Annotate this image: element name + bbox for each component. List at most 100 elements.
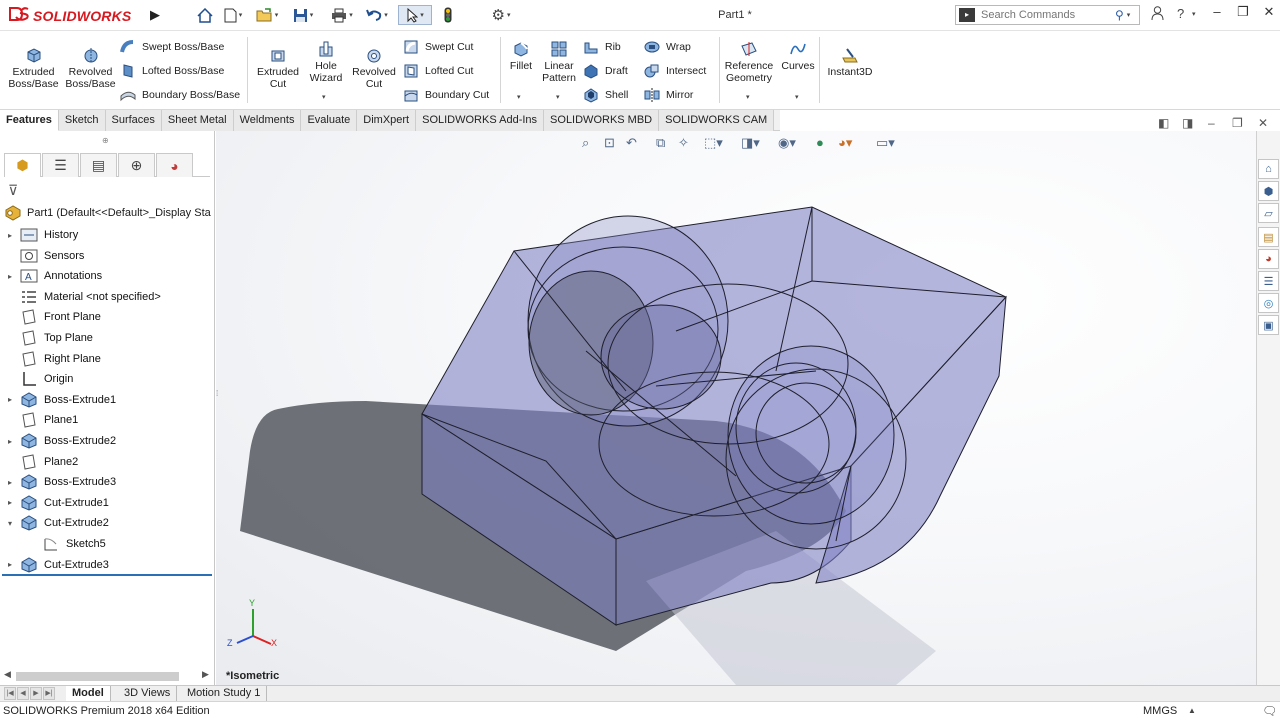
draft-button[interactable]: Draft xyxy=(583,63,628,79)
lofted-cut-button[interactable]: Lofted Cut xyxy=(403,63,473,79)
display-manager-tab[interactable]: ◕ xyxy=(156,153,193,177)
tree-expand-icon[interactable]: ▸ xyxy=(0,395,20,404)
extruded-cut-button[interactable]: Extruded Cut xyxy=(252,46,304,90)
shell-button[interactable]: Shell xyxy=(583,87,628,103)
help-icon[interactable]: ? xyxy=(1177,6,1184,21)
scroll-left-icon[interactable]: ◀ xyxy=(4,669,11,680)
tree-item[interactable]: ▸ Cut-Extrude1 xyxy=(0,493,212,513)
print-button[interactable]: ▾ xyxy=(328,5,356,25)
tab-weldments[interactable]: Weldments xyxy=(233,110,302,131)
minimize-icon[interactable]: – xyxy=(1206,4,1228,24)
tree-item[interactable]: Top Plane xyxy=(0,328,212,348)
select-button[interactable]: ▾ xyxy=(398,5,432,25)
reference-geometry-dropdown-icon[interactable]: ▾ xyxy=(746,93,750,101)
feature-manager-tab[interactable]: ⬢ xyxy=(4,153,41,177)
intersect-button[interactable]: Intersect xyxy=(644,63,706,79)
undo-button[interactable]: ▾ xyxy=(364,5,390,25)
part-root[interactable]: Part1 (Default<<Default>_Display Sta xyxy=(4,205,212,221)
tree-item[interactable]: Plane2 xyxy=(0,452,212,472)
chat-bubble-icon[interactable]: 🗨 xyxy=(1262,704,1277,718)
tab-sketch[interactable]: Sketch xyxy=(58,110,106,131)
tab-model[interactable]: Model xyxy=(66,686,111,701)
revolved-boss-button[interactable]: Revolved Boss/Base xyxy=(63,46,118,90)
fillet-dropdown-icon[interactable]: ▾ xyxy=(517,93,521,101)
tree-item[interactable]: Origin xyxy=(0,369,212,389)
viewport-tile-right-icon[interactable]: ◨ xyxy=(1182,116,1193,130)
scroll-thumb[interactable] xyxy=(16,672,179,681)
wrap-button[interactable]: Wrap xyxy=(644,39,691,55)
tab-solidworks-cam[interactable]: SOLIDWORKS CAM xyxy=(659,110,775,131)
mirror-button[interactable]: Mirror xyxy=(644,87,693,103)
tree-item[interactable]: ▸ Boss-Extrude1 xyxy=(0,390,212,410)
close-icon[interactable]: ✕ xyxy=(1258,4,1280,24)
viewport-restore-icon[interactable]: ❐ xyxy=(1232,116,1243,130)
tree-item[interactable]: ▸ Cut-Extrude3 xyxy=(0,555,212,575)
last-tab-icon[interactable]: ▶| xyxy=(43,687,55,700)
graphics-area[interactable]: ⌕ ⊡ ↶ ⧉ ✧ ⬚▾ ◨▾ ◉▾ ● ◕▾ ▭▾ Y X Z *Isomet… xyxy=(216,131,1256,685)
panel-grip-icon[interactable]: ⊕ xyxy=(102,136,109,145)
search-input[interactable] xyxy=(981,9,1111,21)
tab-solidworks-add-ins[interactable]: SOLIDWORKS Add-Ins xyxy=(416,110,545,131)
tree-item[interactable]: ▸ History xyxy=(0,225,212,245)
tree-expand-icon[interactable]: ▸ xyxy=(0,437,20,446)
tree-expand-icon[interactable]: ▾ xyxy=(0,519,20,528)
boundary-boss-button[interactable]: Boundary Boss/Base xyxy=(120,87,240,103)
restore-icon[interactable]: ❐ xyxy=(1232,4,1254,24)
rib-button[interactable]: Rib xyxy=(583,39,621,55)
tree-item[interactable]: Sensors xyxy=(0,246,212,266)
search-dropdown-icon[interactable]: ▾ xyxy=(1127,11,1131,19)
configuration-manager-tab[interactable]: ▤ xyxy=(80,153,117,177)
rebuild-button[interactable] xyxy=(440,5,456,25)
tab-sheet-metal[interactable]: Sheet Metal xyxy=(161,110,234,131)
search-commands[interactable]: ▸ ⚲ ▾ xyxy=(955,5,1140,25)
revolved-cut-button[interactable]: Revolved Cut xyxy=(348,46,400,90)
custom-properties-icon[interactable]: ☰ xyxy=(1258,271,1279,291)
tree-item[interactable]: Material <not specified> xyxy=(0,287,212,307)
prev-tab-icon[interactable]: ◀ xyxy=(17,687,29,700)
swept-boss-button[interactable]: Swept Boss/Base xyxy=(120,39,224,55)
tree-expand-icon[interactable]: ▸ xyxy=(0,560,20,569)
boundary-cut-button[interactable]: Boundary Cut xyxy=(403,87,489,103)
reference-geometry-button[interactable]: Reference Geometry xyxy=(722,40,776,84)
panel-collapse-grip-icon[interactable]: ⁞ xyxy=(216,389,218,398)
tab-surfaces[interactable]: Surfaces xyxy=(105,110,162,131)
swept-cut-button[interactable]: Swept Cut xyxy=(403,39,473,55)
unit-dropdown-icon[interactable]: ▲ xyxy=(1188,706,1196,715)
hole-wizard-dropdown-icon[interactable]: ▾ xyxy=(322,93,326,101)
tree-expand-icon[interactable]: ▸ xyxy=(0,478,20,487)
linear-pattern-dropdown-icon[interactable]: ▾ xyxy=(556,93,560,101)
tab-evaluate[interactable]: Evaluate xyxy=(301,110,358,131)
home-icon[interactable] xyxy=(196,5,214,25)
unit-system[interactable]: MMGS xyxy=(1143,705,1177,717)
appearances-icon[interactable]: ◕ xyxy=(1258,249,1279,269)
model-canvas[interactable]: Y X Z xyxy=(216,131,1256,685)
extruded-boss-button[interactable]: Extruded Boss/Base xyxy=(6,46,61,90)
tree-item[interactable]: Front Plane xyxy=(0,307,212,327)
tab-motion-study[interactable]: Motion Study 1 xyxy=(181,686,268,701)
property-manager-tab[interactable]: ☰ xyxy=(42,153,79,177)
tree-expand-icon[interactable]: ▸ xyxy=(0,272,20,281)
curves-button[interactable]: Curves xyxy=(779,40,817,72)
options-button[interactable]: ⚙ ▾ xyxy=(484,5,518,25)
search-icon[interactable]: ⚲ xyxy=(1115,8,1124,22)
lofted-boss-button[interactable]: Lofted Boss/Base xyxy=(120,63,224,79)
help-dropdown-icon[interactable]: ▾ xyxy=(1192,10,1196,18)
viewport-minimize-icon[interactable]: – xyxy=(1208,116,1215,130)
tab-solidworks-mbd[interactable]: SOLIDWORKS MBD xyxy=(544,110,660,131)
solidworks-resources-icon[interactable]: ⌂ xyxy=(1258,159,1279,179)
dimxpert-manager-tab[interactable]: ⊕ xyxy=(118,153,155,177)
scroll-right-icon[interactable]: ▶ xyxy=(202,669,209,680)
curves-dropdown-icon[interactable]: ▾ xyxy=(795,93,799,101)
instant3d-button[interactable]: Instant3D xyxy=(823,46,877,78)
tree-item[interactable]: Sketch5 xyxy=(0,534,212,554)
view-palette-icon[interactable]: ▤ xyxy=(1258,227,1279,247)
tree-expand-icon[interactable]: ▸ xyxy=(0,498,20,507)
hole-wizard-button[interactable]: Hole Wizard xyxy=(304,40,348,84)
tree-item[interactable]: ▸ Boss-Extrude3 xyxy=(0,472,212,492)
tree-item[interactable]: ▾ Cut-Extrude2 xyxy=(0,513,212,533)
solidworks-logo[interactable]: SOLIDWORKS xyxy=(8,5,131,27)
expand-menu-icon[interactable]: ▶ xyxy=(150,7,160,23)
filter-icon[interactable]: ⊽ xyxy=(8,182,18,199)
file-explorer-icon[interactable]: ▱ xyxy=(1258,203,1279,223)
tab-features[interactable]: Features xyxy=(0,110,59,131)
